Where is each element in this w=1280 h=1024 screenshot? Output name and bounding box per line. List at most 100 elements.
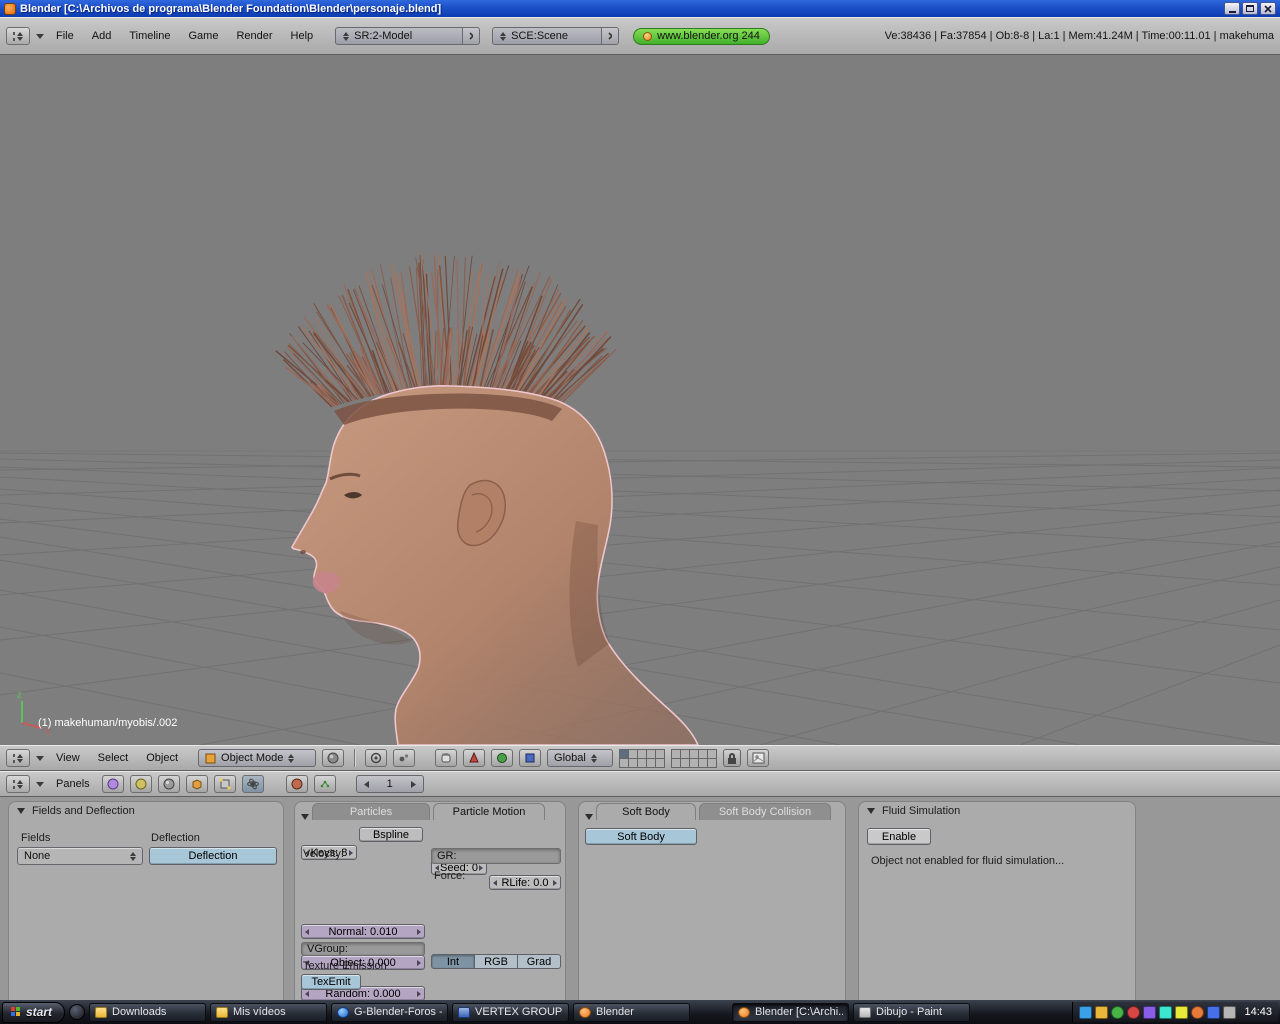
layer-cell[interactable] <box>681 750 689 758</box>
head-model[interactable] <box>292 386 698 745</box>
layer-cell[interactable] <box>638 750 646 758</box>
header-collapse-icon[interactable] <box>36 782 44 787</box>
tray-app-icon[interactable] <box>1175 1006 1188 1019</box>
editor-type-button[interactable] <box>6 775 30 793</box>
frame-number-stepper[interactable]: 1 <box>356 775 424 793</box>
rotate-manipulator-button[interactable] <box>491 749 513 767</box>
editing-buttons-button[interactable] <box>214 775 236 793</box>
gr-field[interactable]: GR: <box>431 848 561 864</box>
logic-buttons-button[interactable] <box>102 775 124 793</box>
layer-cell[interactable] <box>647 750 655 758</box>
lock-layers-button[interactable] <box>723 749 741 767</box>
layer-cell[interactable] <box>708 759 716 767</box>
menu-render[interactable]: Render <box>230 28 278 44</box>
translate-manipulator-button[interactable] <box>463 749 485 767</box>
layer-cell[interactable] <box>681 759 689 767</box>
deflection-toggle-button[interactable]: Deflection <box>149 847 277 865</box>
layer-cell[interactable] <box>656 759 664 767</box>
menu-view[interactable]: View <box>50 750 86 766</box>
rlife-stepper[interactable]: RLife: 0.0 <box>489 875 561 890</box>
tray-volume-icon[interactable] <box>1207 1006 1220 1019</box>
menu-object[interactable]: Object <box>140 750 184 766</box>
layer-cell[interactable] <box>699 750 707 758</box>
blender-org-link[interactable]: www.blender.org 244 <box>633 28 770 45</box>
object-buttons-button[interactable] <box>186 775 208 793</box>
layer-cell[interactable] <box>629 750 637 758</box>
header-collapse-icon[interactable] <box>36 34 44 39</box>
bspline-toggle[interactable]: Bspline <box>359 827 423 842</box>
layer-cell[interactable] <box>672 759 680 767</box>
layer-cell[interactable] <box>656 750 664 758</box>
menu-help[interactable]: Help <box>285 28 320 44</box>
window-titlebar[interactable]: Blender [C:\Archivos de programa\Blender… <box>0 0 1280 17</box>
tray-app-icon[interactable] <box>1159 1006 1172 1019</box>
taskbar-item-blender-file-active[interactable]: Blender [C:\Archi... <box>732 1003 849 1022</box>
header-collapse-icon[interactable] <box>36 756 44 761</box>
velocity-normal-slider[interactable]: Normal: 0.010 <box>301 924 425 939</box>
int-toggle[interactable]: Int <box>431 954 475 969</box>
menu-add[interactable]: Add <box>86 28 118 44</box>
fields-type-dropdown[interactable]: None <box>17 847 143 865</box>
maximize-button[interactable] <box>1242 2 1258 15</box>
menu-select[interactable]: Select <box>92 750 135 766</box>
frame-increment-icon[interactable] <box>410 780 417 789</box>
scene-delete-button[interactable] <box>602 27 619 45</box>
taskbar-item-paint[interactable]: Dibujo - Paint <box>853 1003 970 1022</box>
taskbar-item-mis-videos[interactable]: Mis vídeos <box>210 1003 327 1022</box>
mode-selector[interactable]: Object Mode <box>198 749 316 767</box>
menu-game[interactable]: Game <box>182 28 224 44</box>
menu-file[interactable]: File <box>50 28 80 44</box>
render-preview-button[interactable] <box>747 749 769 767</box>
particles-sub-button[interactable] <box>314 775 336 793</box>
frame-decrement-icon[interactable] <box>363 780 370 789</box>
tray-app-icon[interactable] <box>1143 1006 1156 1019</box>
grad-toggle[interactable]: Grad <box>518 954 561 969</box>
rgb-toggle[interactable]: RGB <box>475 954 518 969</box>
layer-cell[interactable] <box>690 750 698 758</box>
layer-cell[interactable] <box>629 759 637 767</box>
layer-cell[interactable] <box>620 750 628 758</box>
start-button[interactable]: start <box>2 1002 65 1023</box>
tray-update-icon[interactable] <box>1095 1006 1108 1019</box>
tray-antivirus-icon[interactable] <box>1127 1006 1140 1019</box>
minimize-button[interactable] <box>1224 2 1240 15</box>
screen-selector[interactable]: SR:2-Model <box>335 27 463 45</box>
scale-manipulator-button[interactable] <box>519 749 541 767</box>
tray-messenger-icon[interactable] <box>1111 1006 1124 1019</box>
tab-particles[interactable]: Particles <box>312 803 430 820</box>
layer-cell[interactable] <box>690 759 698 767</box>
layer-cell[interactable] <box>699 759 707 767</box>
taskbar-item-downloads[interactable]: Downloads <box>89 1003 206 1022</box>
layer-cell[interactable] <box>647 759 655 767</box>
tray-display-icon[interactable] <box>1223 1006 1236 1019</box>
vgroup-field[interactable]: VGroup: <box>301 942 425 956</box>
quick-launch-icon[interactable] <box>69 1004 85 1020</box>
layer-cell[interactable] <box>638 759 646 767</box>
layer-cell[interactable] <box>708 750 716 758</box>
scene-selector[interactable]: SCE:Scene <box>492 27 602 45</box>
layer-cell[interactable] <box>620 759 628 767</box>
tab-soft-body-collision[interactable]: Soft Body Collision <box>699 803 831 820</box>
physics-buttons-button[interactable] <box>242 775 264 793</box>
taskbar-clock[interactable]: 14:43 <box>1244 1006 1272 1018</box>
texemit-toggle[interactable]: TexEmit <box>301 974 361 990</box>
proportional-edit-button[interactable] <box>393 749 415 767</box>
tray-network-icon[interactable] <box>1079 1006 1092 1019</box>
screen-delete-button[interactable] <box>463 27 480 45</box>
close-button[interactable] <box>1260 2 1276 15</box>
draw-type-button[interactable] <box>322 749 344 767</box>
editor-type-button[interactable] <box>6 749 30 767</box>
3d-viewport[interactable]: z x (1) makehuman/myobis/.002 <box>0 55 1280 745</box>
fluid-enable-button[interactable]: Enable <box>867 828 931 845</box>
manipulator-toggle-button[interactable] <box>435 749 457 767</box>
taskbar-item-blender[interactable]: Blender <box>573 1003 690 1022</box>
collapse-triangle-icon[interactable] <box>17 808 25 814</box>
taskbar-item-gblender-foros[interactable]: G-Blender-Foros -... <box>331 1003 448 1022</box>
collapse-triangle-icon[interactable] <box>867 808 875 814</box>
shading-buttons-button[interactable] <box>158 775 180 793</box>
orientation-selector[interactable]: Global <box>547 749 613 767</box>
tray-app-icon[interactable] <box>1191 1006 1204 1019</box>
editor-type-button[interactable] <box>6 27 30 45</box>
panels-menu[interactable]: Panels <box>50 776 96 792</box>
menu-timeline[interactable]: Timeline <box>123 28 176 44</box>
